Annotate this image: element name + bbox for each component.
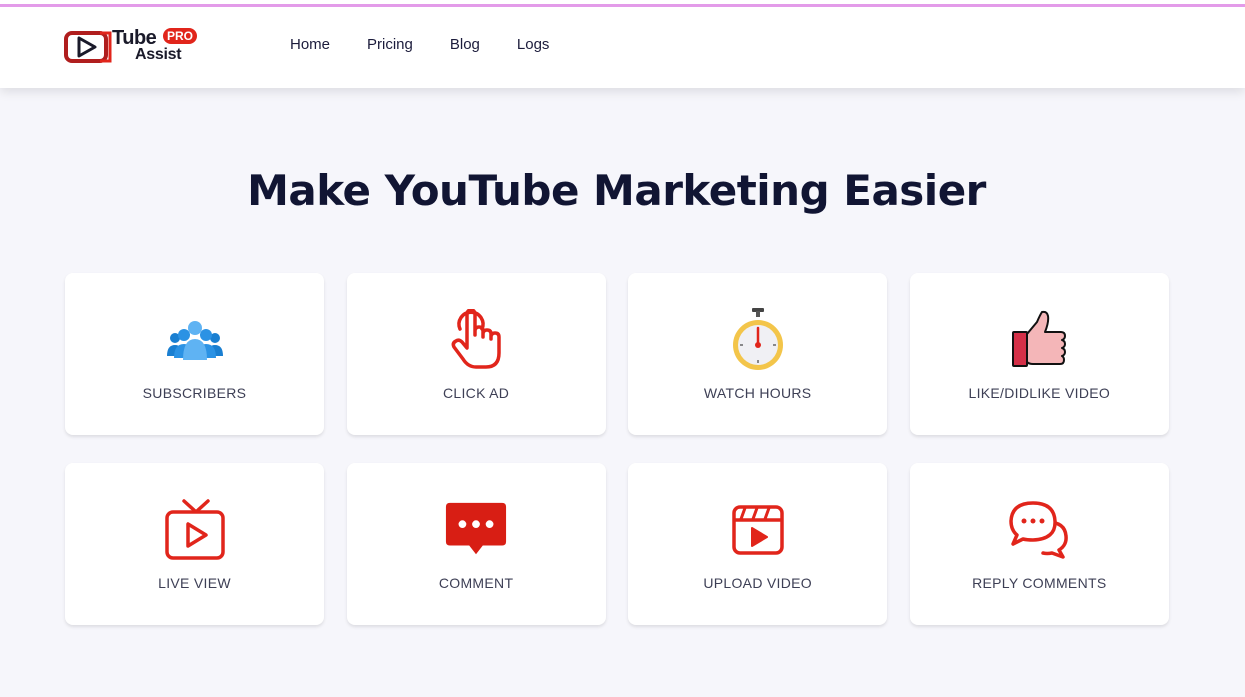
people-group-icon bbox=[163, 308, 227, 372]
reply-bubbles-icon bbox=[1007, 498, 1071, 562]
header-accent-line bbox=[0, 4, 1245, 7]
thumbs-up-icon bbox=[1007, 308, 1071, 372]
tap-hand-icon bbox=[444, 308, 508, 372]
logo-word-assist: Assist bbox=[135, 46, 182, 63]
comment-bubble-icon bbox=[444, 498, 508, 562]
feature-card-subscribers[interactable]: SUBSCRIBERS bbox=[65, 273, 324, 435]
feature-label: SUBSCRIBERS bbox=[142, 385, 247, 401]
main-nav: Home Pricing Blog Logs bbox=[290, 35, 549, 55]
feature-label: COMMENT bbox=[438, 575, 514, 591]
feature-label: LIVE VIEW bbox=[158, 575, 231, 591]
video-clapper-icon bbox=[726, 498, 790, 562]
play-box-logo-icon bbox=[64, 31, 112, 63]
nav-link-pricing[interactable]: Pricing bbox=[367, 35, 413, 55]
site-header: Tube Assist PRO Home Pricing Blog Logs bbox=[0, 0, 1245, 88]
feature-label: LIKE/DIDLIKE VIDEO bbox=[968, 385, 1111, 401]
nav-link-blog[interactable]: Blog bbox=[450, 35, 480, 55]
logo-pro-badge: PRO bbox=[163, 28, 198, 44]
feature-label: REPLY COMMENTS bbox=[972, 575, 1107, 591]
feature-card-like-dislike[interactable]: LIKE/DIDLIKE VIDEO bbox=[909, 273, 1169, 435]
feature-card-live-view[interactable]: LIVE VIEW bbox=[65, 463, 324, 625]
feature-label: CLICK AD bbox=[442, 385, 510, 401]
page-title: Make YouTube Marketing Easier bbox=[247, 166, 986, 215]
tube-assist-logo[interactable]: Tube Assist PRO bbox=[64, 26, 198, 66]
feature-card-reply-comments[interactable]: REPLY COMMENTS bbox=[909, 463, 1169, 625]
feature-grid: SUBSCRIBERS CLICK AD WATCH HOURS LIKE/DI… bbox=[65, 273, 1169, 625]
nav-link-logs[interactable]: Logs bbox=[517, 35, 550, 55]
feature-card-upload-video[interactable]: UPLOAD VIDEO bbox=[628, 463, 888, 625]
feature-card-watch-hours[interactable]: WATCH HOURS bbox=[628, 273, 888, 435]
stopwatch-icon bbox=[726, 308, 790, 372]
feature-label: WATCH HOURS bbox=[703, 385, 812, 401]
feature-card-click-ad[interactable]: CLICK AD bbox=[346, 273, 606, 435]
nav-link-home[interactable]: Home bbox=[290, 35, 330, 55]
feature-label: UPLOAD VIDEO bbox=[703, 575, 812, 591]
tv-play-icon bbox=[163, 498, 227, 562]
feature-card-comment[interactable]: COMMENT bbox=[346, 463, 606, 625]
